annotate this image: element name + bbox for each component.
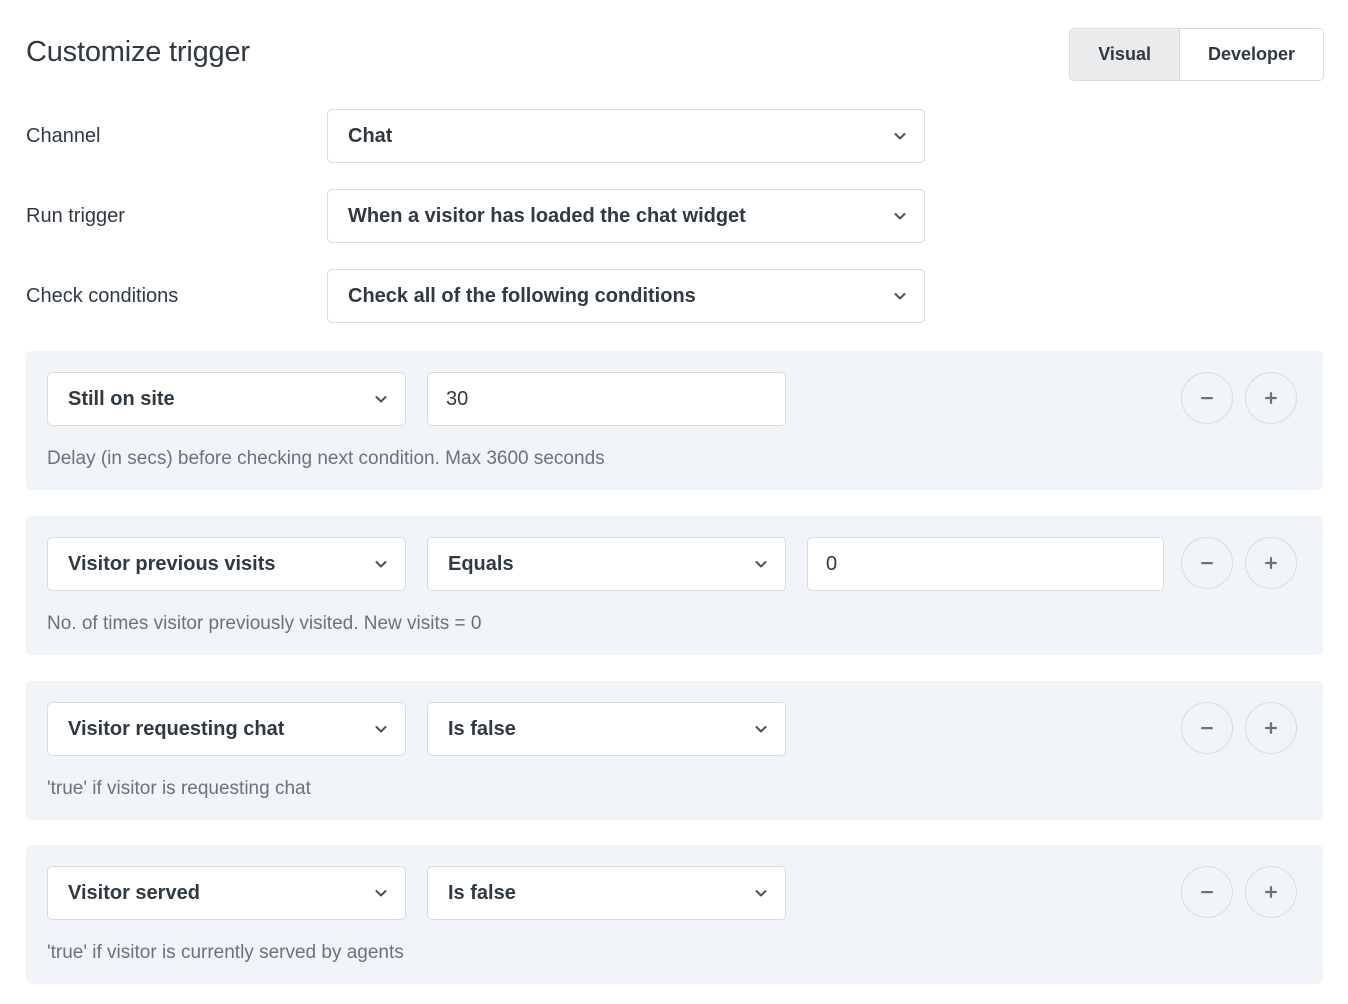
chevron-down-icon xyxy=(373,885,389,901)
chevron-down-icon xyxy=(892,288,908,304)
chevron-down-icon xyxy=(373,391,389,407)
label-channel: Channel xyxy=(26,124,101,147)
check-conditions-select-value: Check all of the following conditions xyxy=(348,284,696,307)
condition-value-input[interactable] xyxy=(427,372,786,426)
chevron-down-icon xyxy=(373,556,389,572)
condition-help-text: Delay (in secs) before checking next con… xyxy=(47,448,605,469)
label-check-conditions: Check conditions xyxy=(26,284,179,307)
condition-attribute-value: Visitor previous visits xyxy=(68,552,276,575)
run-trigger-select[interactable]: When a visitor has loaded the chat widge… xyxy=(327,189,925,243)
chevron-down-icon xyxy=(892,128,908,144)
condition-value-input[interactable] xyxy=(807,537,1164,591)
condition-operator-select[interactable]: Equals xyxy=(427,537,786,591)
channel-select[interactable]: Chat xyxy=(327,109,925,163)
condition-attribute-select[interactable]: Visitor requesting chat xyxy=(47,702,406,756)
tab-visual[interactable]: Visual xyxy=(1070,29,1179,80)
condition-step-buttons xyxy=(1181,702,1297,754)
check-conditions-select[interactable]: Check all of the following conditions xyxy=(327,269,925,323)
condition-help-text: No. of times visitor previously visited.… xyxy=(47,613,482,634)
condition-help-text: 'true' if visitor is requesting chat xyxy=(47,778,311,799)
condition-attribute-value: Visitor served xyxy=(68,881,200,904)
add-condition-button[interactable] xyxy=(1245,537,1297,589)
add-condition-button[interactable] xyxy=(1245,372,1297,424)
condition-help-text: 'true' if visitor is currently served by… xyxy=(47,942,404,963)
remove-condition-button[interactable] xyxy=(1181,702,1233,754)
chevron-down-icon xyxy=(753,885,769,901)
form-row-channel: Channel Chat xyxy=(0,107,1348,165)
condition-operator-value: Equals xyxy=(448,552,514,575)
condition-operator-select[interactable]: Is false xyxy=(427,702,786,756)
run-trigger-select-value: When a visitor has loaded the chat widge… xyxy=(348,204,746,227)
add-condition-button[interactable] xyxy=(1245,866,1297,918)
condition-operator-value: Is false xyxy=(448,717,516,740)
remove-condition-button[interactable] xyxy=(1181,866,1233,918)
page-title: Customize trigger xyxy=(26,36,250,68)
condition-row: Visitor served Is false 'true' if visito… xyxy=(26,845,1323,984)
form-row-run-trigger: Run trigger When a visitor has loaded th… xyxy=(0,187,1348,245)
condition-row: Visitor previous visits Equals No. of ti… xyxy=(26,516,1323,655)
condition-attribute-value: Still on site xyxy=(68,387,175,410)
condition-step-buttons xyxy=(1181,537,1297,589)
condition-attribute-select[interactable]: Visitor previous visits xyxy=(47,537,406,591)
label-run-trigger: Run trigger xyxy=(26,204,125,227)
chevron-down-icon xyxy=(753,556,769,572)
condition-operator-value: Is false xyxy=(448,881,516,904)
tab-developer[interactable]: Developer xyxy=(1178,29,1323,80)
form-row-check-conditions: Check conditions Check all of the follow… xyxy=(0,267,1348,325)
remove-condition-button[interactable] xyxy=(1181,537,1233,589)
condition-attribute-value: Visitor requesting chat xyxy=(68,717,285,740)
condition-operator-select[interactable]: Is false xyxy=(427,866,786,920)
condition-row: Visitor requesting chat Is false 'true' … xyxy=(26,681,1323,820)
chevron-down-icon xyxy=(892,208,908,224)
channel-select-value: Chat xyxy=(348,124,393,147)
chevron-down-icon xyxy=(373,721,389,737)
add-condition-button[interactable] xyxy=(1245,702,1297,754)
condition-step-buttons xyxy=(1181,866,1297,918)
chevron-down-icon xyxy=(753,721,769,737)
condition-row: Still on site Delay (in secs) before che… xyxy=(26,351,1323,490)
view-mode-toggle[interactable]: Visual Developer xyxy=(1069,28,1324,81)
condition-step-buttons xyxy=(1181,372,1297,424)
condition-attribute-select[interactable]: Visitor served xyxy=(47,866,406,920)
remove-condition-button[interactable] xyxy=(1181,372,1233,424)
customize-trigger-page: Customize trigger Visual Developer Chann… xyxy=(0,0,1348,1004)
page-header: Customize trigger Visual Developer xyxy=(0,0,1348,100)
condition-attribute-select[interactable]: Still on site xyxy=(47,372,406,426)
